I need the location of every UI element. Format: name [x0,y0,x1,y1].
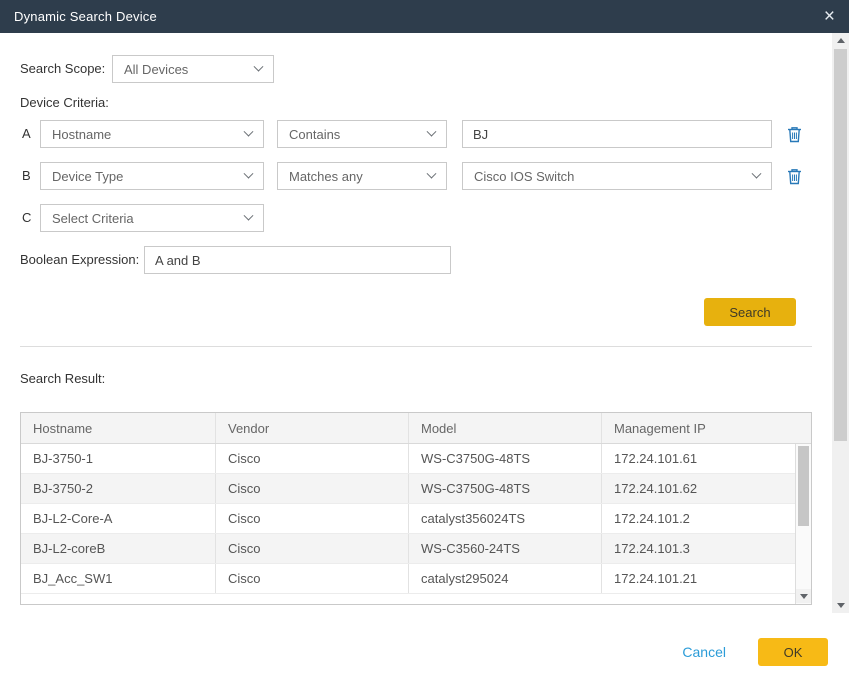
chevron-down-icon [752,168,762,178]
column-header-vendor[interactable]: Vendor [216,413,409,443]
scroll-down-icon[interactable] [832,598,849,613]
cancel-button[interactable]: Cancel [682,644,726,660]
close-icon[interactable]: × [824,7,835,26]
column-header-hostname[interactable]: Hostname [21,413,216,443]
boolean-expression-label: Boolean Expression: [20,246,139,274]
cell-management-ip: 172.24.101.21 [602,564,795,593]
search-scope-value: All Devices [124,62,188,77]
cell-hostname: BJ-3750-1 [21,444,216,473]
dialog-scrollbar-thumb[interactable] [834,49,847,441]
cell-management-ip: 172.24.101.61 [602,444,795,473]
search-scope-select[interactable]: All Devices [112,55,274,83]
cell-vendor: Cisco [216,534,409,563]
search-result-table: Hostname Vendor Model Management IP BJ-3… [20,412,812,605]
trash-icon[interactable] [785,120,803,148]
criteria-row-letter-c: C [22,204,31,232]
cell-model: catalyst356024TS [409,504,602,533]
column-header-management-ip[interactable]: Management IP [602,413,795,443]
column-header-model[interactable]: Model [409,413,602,443]
criteria-b-value-select[interactable]: Cisco IOS Switch [462,162,772,190]
cell-model: WS-C3560-24TS [409,534,602,563]
criteria-a-operator-value: Contains [289,127,340,142]
criteria-b-value: Cisco IOS Switch [474,169,574,184]
trash-icon[interactable] [785,162,803,190]
chevron-down-icon [244,168,254,178]
cell-vendor: Cisco [216,444,409,473]
scroll-down-icon[interactable] [796,589,811,603]
table-row[interactable]: BJ_Acc_SW1 Cisco catalyst295024 172.24.1… [21,564,811,594]
cell-vendor: Cisco [216,564,409,593]
criteria-b-operator-value: Matches any [289,169,363,184]
cell-vendor: Cisco [216,474,409,503]
criteria-a-field-value: Hostname [52,127,111,142]
search-result-label: Search Result: [20,365,105,393]
table-scrollbar[interactable] [795,444,811,604]
cell-vendor: Cisco [216,504,409,533]
dialog-content: Search Scope: All Devices Device Criteri… [0,33,832,686]
chevron-down-icon [427,126,437,136]
cell-hostname: BJ-L2-coreB [21,534,216,563]
criteria-b-field-value: Device Type [52,169,123,184]
cell-hostname: BJ-L2-Core-A [21,504,216,533]
table-row[interactable]: BJ-3750-1 Cisco WS-C3750G-48TS 172.24.10… [21,444,811,474]
search-button[interactable]: Search [704,298,796,326]
chevron-down-icon [244,210,254,220]
cell-model: WS-C3750G-48TS [409,474,602,503]
cell-management-ip: 172.24.101.2 [602,504,795,533]
table-row[interactable]: BJ-L2-Core-A Cisco catalyst356024TS 172.… [21,504,811,534]
criteria-b-operator-select[interactable]: Matches any [277,162,447,190]
chevron-down-icon [427,168,437,178]
dialog-footer: Cancel OK [682,638,828,666]
dynamic-search-device-dialog: Dynamic Search Device × Search Scope: Al… [0,0,849,686]
dialog-titlebar: Dynamic Search Device × [0,0,849,33]
boolean-expression-input[interactable] [144,246,451,274]
device-criteria-label: Device Criteria: [20,89,109,117]
table-header-row: Hostname Vendor Model Management IP [21,413,811,444]
cell-model: catalyst295024 [409,564,602,593]
cell-management-ip: 172.24.101.62 [602,474,795,503]
search-scope-label: Search Scope: [20,55,105,83]
criteria-c-field-select[interactable]: Select Criteria [40,204,264,232]
criteria-row-letter-b: B [22,162,31,190]
criteria-c-field-value: Select Criteria [52,211,134,226]
scroll-up-icon[interactable] [832,33,849,48]
cell-model: WS-C3750G-48TS [409,444,602,473]
chevron-down-icon [254,61,264,71]
table-row[interactable]: BJ-L2-coreB Cisco WS-C3560-24TS 172.24.1… [21,534,811,564]
cell-hostname: BJ-3750-2 [21,474,216,503]
criteria-row-letter-a: A [22,120,31,148]
criteria-b-field-select[interactable]: Device Type [40,162,264,190]
criteria-a-value-input[interactable] [462,120,772,148]
section-divider [20,346,812,347]
dialog-scrollbar[interactable] [832,33,849,613]
table-scrollbar-thumb[interactable] [798,446,809,526]
table-row[interactable]: BJ-3750-2 Cisco WS-C3750G-48TS 172.24.10… [21,474,811,504]
criteria-a-field-select[interactable]: Hostname [40,120,264,148]
ok-button[interactable]: OK [758,638,828,666]
chevron-down-icon [244,126,254,136]
criteria-a-operator-select[interactable]: Contains [277,120,447,148]
dialog-title: Dynamic Search Device [14,9,157,24]
cell-management-ip: 172.24.101.3 [602,534,795,563]
cell-hostname: BJ_Acc_SW1 [21,564,216,593]
